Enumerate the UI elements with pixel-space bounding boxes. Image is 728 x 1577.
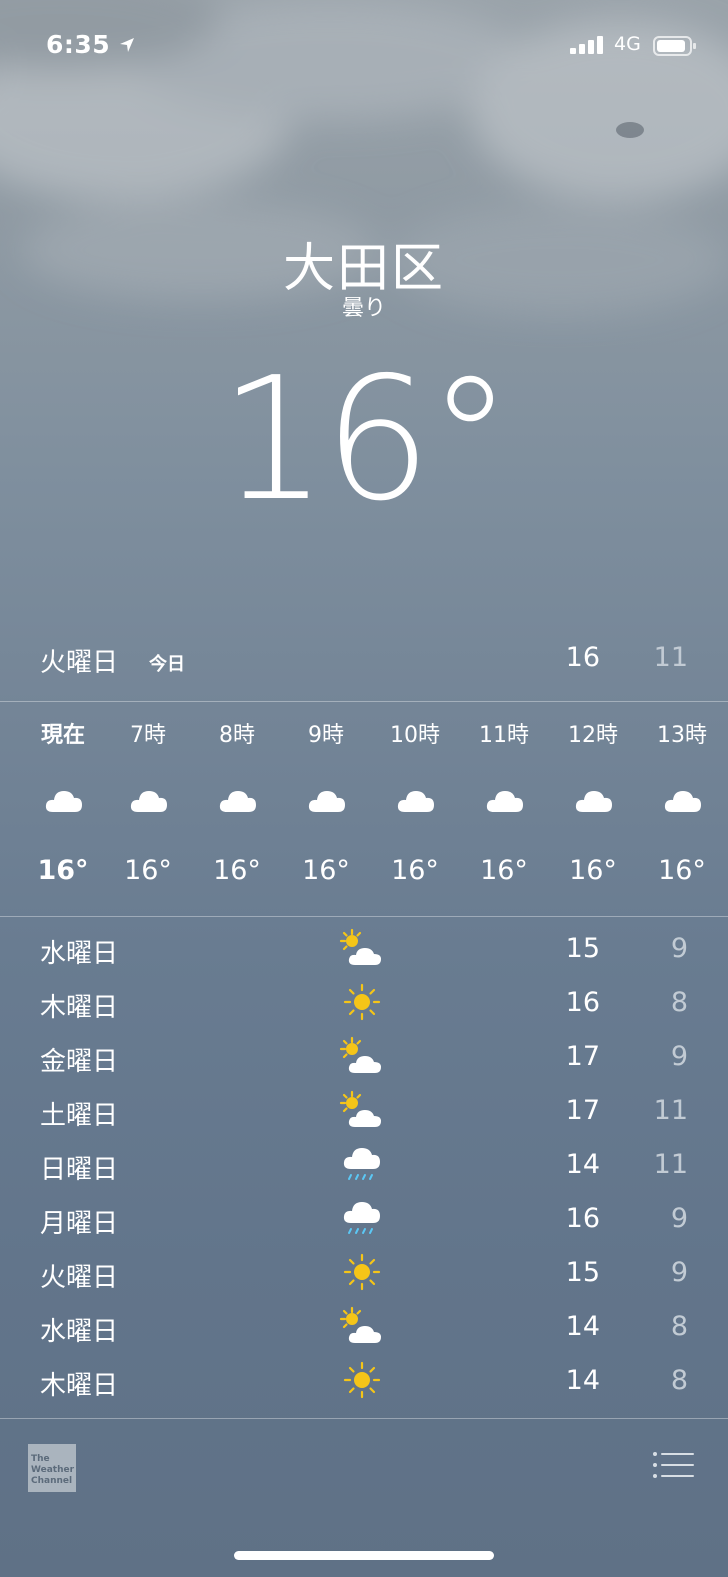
- today-row: 火曜日 今日 16 11: [0, 640, 728, 684]
- day-high: 14: [565, 1311, 600, 1342]
- daily-row: 火曜日 15 9: [0, 1249, 728, 1303]
- hour-temp: 16°: [124, 855, 172, 886]
- day-name: 金曜日: [40, 1047, 119, 1077]
- hour-temp: 16°: [302, 855, 350, 886]
- cloud-icon: [44, 785, 84, 819]
- daily-row: 木曜日 14 8: [0, 1357, 728, 1411]
- hourly-forecast[interactable]: 現在 16° 7時 16° 8時 16° 9時 16° 10時 16° 11時 …: [0, 705, 728, 915]
- hour-temp: 16°: [37, 855, 89, 886]
- location-arrow-icon: [120, 38, 134, 52]
- cloud-icon: [485, 785, 525, 819]
- list-icon[interactable]: [652, 1450, 696, 1480]
- today-tag: 今日: [149, 654, 185, 675]
- hour-label: 7時: [130, 723, 166, 748]
- hour-label: 13時: [657, 723, 707, 748]
- day-high: 16: [565, 987, 600, 1018]
- hour-temp: 16°: [391, 855, 439, 886]
- day-name: 火曜日: [40, 1263, 119, 1293]
- day-low: 11: [653, 1149, 688, 1180]
- hour-temp: 16°: [480, 855, 528, 886]
- today-day: 火曜日: [40, 648, 119, 678]
- cloud-icon: [663, 785, 703, 819]
- day-low: 9: [670, 1041, 688, 1072]
- weather-channel-logo[interactable]: The Weather Channel: [28, 1444, 76, 1492]
- home-indicator[interactable]: [234, 1551, 494, 1560]
- day-name: 日曜日: [40, 1155, 119, 1185]
- hour-label: 12時: [568, 723, 618, 748]
- current-temperature: 16°: [219, 341, 512, 539]
- day-name: 土曜日: [40, 1101, 119, 1131]
- hour-label: 9時: [308, 723, 344, 748]
- cloud-icon: [574, 785, 614, 819]
- day-low: 9: [670, 1257, 688, 1288]
- sun-icon: [336, 981, 388, 1029]
- day-high: 14: [565, 1365, 600, 1396]
- day-high: 16: [565, 1203, 600, 1234]
- rain-icon: [336, 1143, 388, 1191]
- hour-label: 11時: [479, 723, 529, 748]
- logo-text: The Weather Channel: [31, 1454, 75, 1486]
- partly-cloudy-icon: [336, 1089, 388, 1137]
- today-high: 16: [565, 642, 600, 673]
- partly-cloudy-icon: [336, 1305, 388, 1353]
- day-name: 月曜日: [40, 1209, 119, 1239]
- day-low: 9: [670, 933, 688, 964]
- battery-icon: [653, 36, 696, 56]
- daily-row: 水曜日 15 9: [0, 925, 728, 979]
- hour-temp: 16°: [213, 855, 261, 886]
- day-high: 17: [565, 1095, 600, 1126]
- divider: [0, 701, 728, 702]
- cloud-icon: [218, 785, 258, 819]
- day-low: 11: [653, 1095, 688, 1126]
- day-low: 8: [670, 1365, 688, 1396]
- hour-temp: 16°: [569, 855, 617, 886]
- day-high: 17: [565, 1041, 600, 1072]
- day-name: 水曜日: [40, 1317, 119, 1347]
- status-time: 6:35: [46, 30, 111, 59]
- daily-row: 金曜日 17 9: [0, 1033, 728, 1087]
- divider: [0, 916, 728, 917]
- day-low: 9: [670, 1203, 688, 1234]
- day-low: 8: [670, 1311, 688, 1342]
- status-bar: 6:35 4G: [0, 28, 728, 68]
- daily-row: 月曜日 16 9: [0, 1195, 728, 1249]
- day-name: 木曜日: [40, 993, 119, 1023]
- today-low: 11: [653, 642, 688, 673]
- cloud-icon: [307, 785, 347, 819]
- day-name: 水曜日: [40, 939, 119, 969]
- rain-icon: [336, 1197, 388, 1245]
- cloud-icon: [129, 785, 169, 819]
- daily-row: 土曜日 17 11: [0, 1087, 728, 1141]
- hour-label: 現在: [40, 723, 85, 748]
- daily-row: 日曜日 14 11: [0, 1141, 728, 1195]
- partly-cloudy-icon: [336, 927, 388, 975]
- day-name: 木曜日: [40, 1371, 119, 1401]
- day-high: 15: [565, 1257, 600, 1288]
- sun-icon: [336, 1251, 388, 1299]
- partly-cloudy-icon: [336, 1035, 388, 1083]
- day-high: 14: [565, 1149, 600, 1180]
- daily-row: 木曜日 16 8: [0, 979, 728, 1033]
- day-low: 8: [670, 987, 688, 1018]
- divider: [0, 1418, 728, 1419]
- weather-condition: 曇り: [341, 296, 386, 321]
- signal-icon: [570, 36, 603, 54]
- cloud-icon: [396, 785, 436, 819]
- sun-icon: [336, 1359, 388, 1407]
- day-high: 15: [565, 933, 600, 964]
- hour-temp: 16°: [658, 855, 706, 886]
- hour-label: 8時: [219, 723, 255, 748]
- hour-label: 10時: [390, 723, 440, 748]
- network-type: 4G: [614, 33, 641, 55]
- daily-row: 水曜日 14 8: [0, 1303, 728, 1357]
